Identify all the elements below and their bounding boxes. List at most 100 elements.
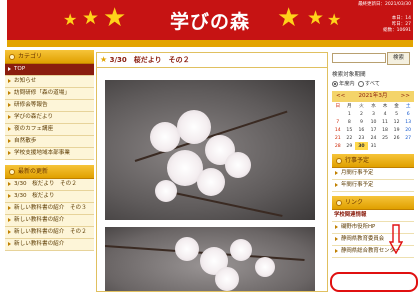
arrow-icon (8, 90, 11, 95)
latest-item-label: 新しい教科書の紹介 (14, 241, 65, 247)
arrow-icon (8, 126, 11, 131)
latest-item[interactable]: 3/30 桜だより (5, 191, 94, 203)
calendar-day[interactable]: 22 (344, 134, 356, 142)
bullet-icon (336, 199, 342, 206)
calendar-day[interactable]: 21 (332, 134, 344, 142)
left-sidebar: カテゴリ TOP お知らせ 訪問研修「森の道場」 研修会等報告 学びの森だより … (5, 50, 94, 251)
link-label: 年間行事予定 (341, 182, 374, 188)
sidebar-item-visit-training[interactable]: 訪問研修「森の道場」 (5, 88, 94, 100)
calendar-day[interactable]: 27 (402, 134, 414, 142)
sidebar-item-top[interactable]: TOP (5, 64, 94, 76)
calendar-week: 1 2 3 4 5 6 (332, 110, 414, 118)
calendar-day[interactable]: 18 (379, 126, 391, 134)
sidebar-item-newsletter[interactable]: 学びの森だより (5, 112, 94, 124)
latest-heading-label: 最新の更新 (18, 168, 49, 175)
arrow-icon (8, 150, 11, 155)
sidebar-item-label: 研修会等報告 (14, 102, 48, 108)
calendar-day[interactable]: 3 (368, 110, 380, 118)
search-button[interactable]: 検索 (387, 52, 410, 65)
calendar-day[interactable]: 19 (391, 126, 403, 134)
calendar-day[interactable]: 25 (379, 134, 391, 142)
arrow-icon (8, 193, 11, 198)
branch (164, 190, 283, 217)
blossom (150, 122, 180, 152)
main-content: ★ 3/30 桜だより その２ (96, 52, 328, 292)
calendar-week: 28 29 30 31 (332, 142, 414, 150)
calendar-day[interactable]: 17 (368, 126, 380, 134)
latest-heading: 最新の更新 (5, 165, 94, 179)
calendar-day[interactable]: 4 (379, 110, 391, 118)
site-header: ★ ★ ★ 学びの森 ★ ★ ★ 最終更新日：2021/03/30 本日：14 … (7, 0, 413, 40)
calendar-day[interactable]: 23 (355, 134, 368, 142)
calendar-weekdays: 日 月 火 水 木 金 土 (332, 102, 414, 110)
calendar-day[interactable]: 29 (344, 142, 356, 150)
star-icon: ★ (100, 55, 108, 64)
calendar-day[interactable]: 10 (368, 118, 380, 126)
calendar-day[interactable]: 2 (355, 110, 368, 118)
link-label: 静岡県教育委員会 (341, 236, 385, 242)
sidebar-item-nature-walk[interactable]: 自然散歩 (5, 136, 94, 148)
calendar-day[interactable]: 7 (332, 118, 344, 126)
calendar-prev-button[interactable]: << (336, 91, 345, 102)
arrow-icon (8, 66, 11, 71)
page: ★ ★ ★ 学びの森 ★ ★ ★ 最終更新日：2021/03/30 本日：14 … (0, 0, 420, 292)
calendar-day[interactable]: 12 (391, 118, 403, 126)
calendar-day[interactable]: 26 (391, 134, 403, 142)
category-heading-label: カテゴリ (18, 53, 43, 60)
radio-year[interactable] (332, 80, 338, 87)
arrow-icon (335, 170, 338, 175)
blossom (175, 237, 199, 261)
arrow-icon (8, 114, 11, 119)
latest-item[interactable]: 新しい教科書の紹介 その３ (5, 203, 94, 215)
calendar-day[interactable]: 24 (368, 134, 380, 142)
calendar-day[interactable]: 13 (402, 118, 414, 126)
calendar-day[interactable]: 1 (344, 110, 356, 118)
latest-item[interactable]: 新しい教科書の紹介 その２ (5, 227, 94, 239)
post-title[interactable]: ★ 3/30 桜だより その２ (97, 53, 327, 68)
calendar-next-button[interactable]: >> (401, 91, 410, 102)
links-heading-label: リンク (345, 199, 364, 206)
link-yearly-schedule[interactable]: 年間行事予定 (332, 180, 414, 192)
sidebar-item-reports[interactable]: 研修会等報告 (5, 100, 94, 112)
star-icon: ★ (277, 3, 301, 33)
search-period-label: 検索対象期間 (332, 72, 366, 78)
calendar-day (391, 142, 403, 150)
calendar-day[interactable]: 31 (368, 142, 380, 150)
site-title[interactable]: 学びの森 (7, 7, 413, 34)
latest-item[interactable]: 新しい教科書の紹介 (5, 239, 94, 251)
sidebar-item-news[interactable]: お知らせ (5, 76, 94, 88)
star-icon: ★ (327, 10, 342, 29)
counter-total: 総数：10691 (383, 28, 411, 33)
header-strip (7, 40, 413, 47)
schedule-heading: 行事予定 (332, 154, 414, 168)
calendar-day[interactable]: 15 (344, 126, 356, 134)
latest-item-label: 3/30 桜だより (14, 193, 55, 199)
link-monthly-schedule[interactable]: 月間行事予定 (332, 168, 414, 180)
weekday: 日 (335, 104, 341, 109)
calendar-day-today[interactable]: 30 (355, 142, 368, 150)
latest-item[interactable]: 3/30 桜だより その２ (5, 179, 94, 191)
blossom (197, 168, 225, 196)
calendar-day (379, 142, 391, 150)
sidebar-item-school-support[interactable]: 学校支援地域本部事業 (5, 148, 94, 160)
calendar-day[interactable]: 14 (332, 126, 344, 134)
calendar-day[interactable]: 5 (391, 110, 403, 118)
calendar-day[interactable]: 16 (355, 126, 368, 134)
calendar-day[interactable]: 11 (379, 118, 391, 126)
calendar-day[interactable]: 6 (402, 110, 414, 118)
links-heading: リンク (332, 196, 414, 210)
down-arrow-annotation-icon (389, 224, 403, 254)
calendar-day[interactable]: 28 (332, 142, 344, 150)
weekday: 土 (405, 104, 411, 109)
sidebar-item-cafe[interactable]: 夜のカフェ講座 (5, 124, 94, 136)
calendar-week: 14 15 16 17 18 19 20 (332, 126, 414, 134)
search-input[interactable] (332, 53, 386, 63)
calendar-week: 7 8 9 10 11 12 13 (332, 118, 414, 126)
latest-item[interactable]: 新しい教科書の紹介 (5, 215, 94, 227)
blossom (255, 257, 275, 277)
radio-all[interactable] (357, 80, 364, 87)
calendar-day[interactable]: 9 (355, 118, 368, 126)
calendar-day[interactable]: 8 (344, 118, 356, 126)
calendar-day[interactable]: 20 (402, 126, 414, 134)
calendar-day[interactable] (332, 110, 344, 118)
